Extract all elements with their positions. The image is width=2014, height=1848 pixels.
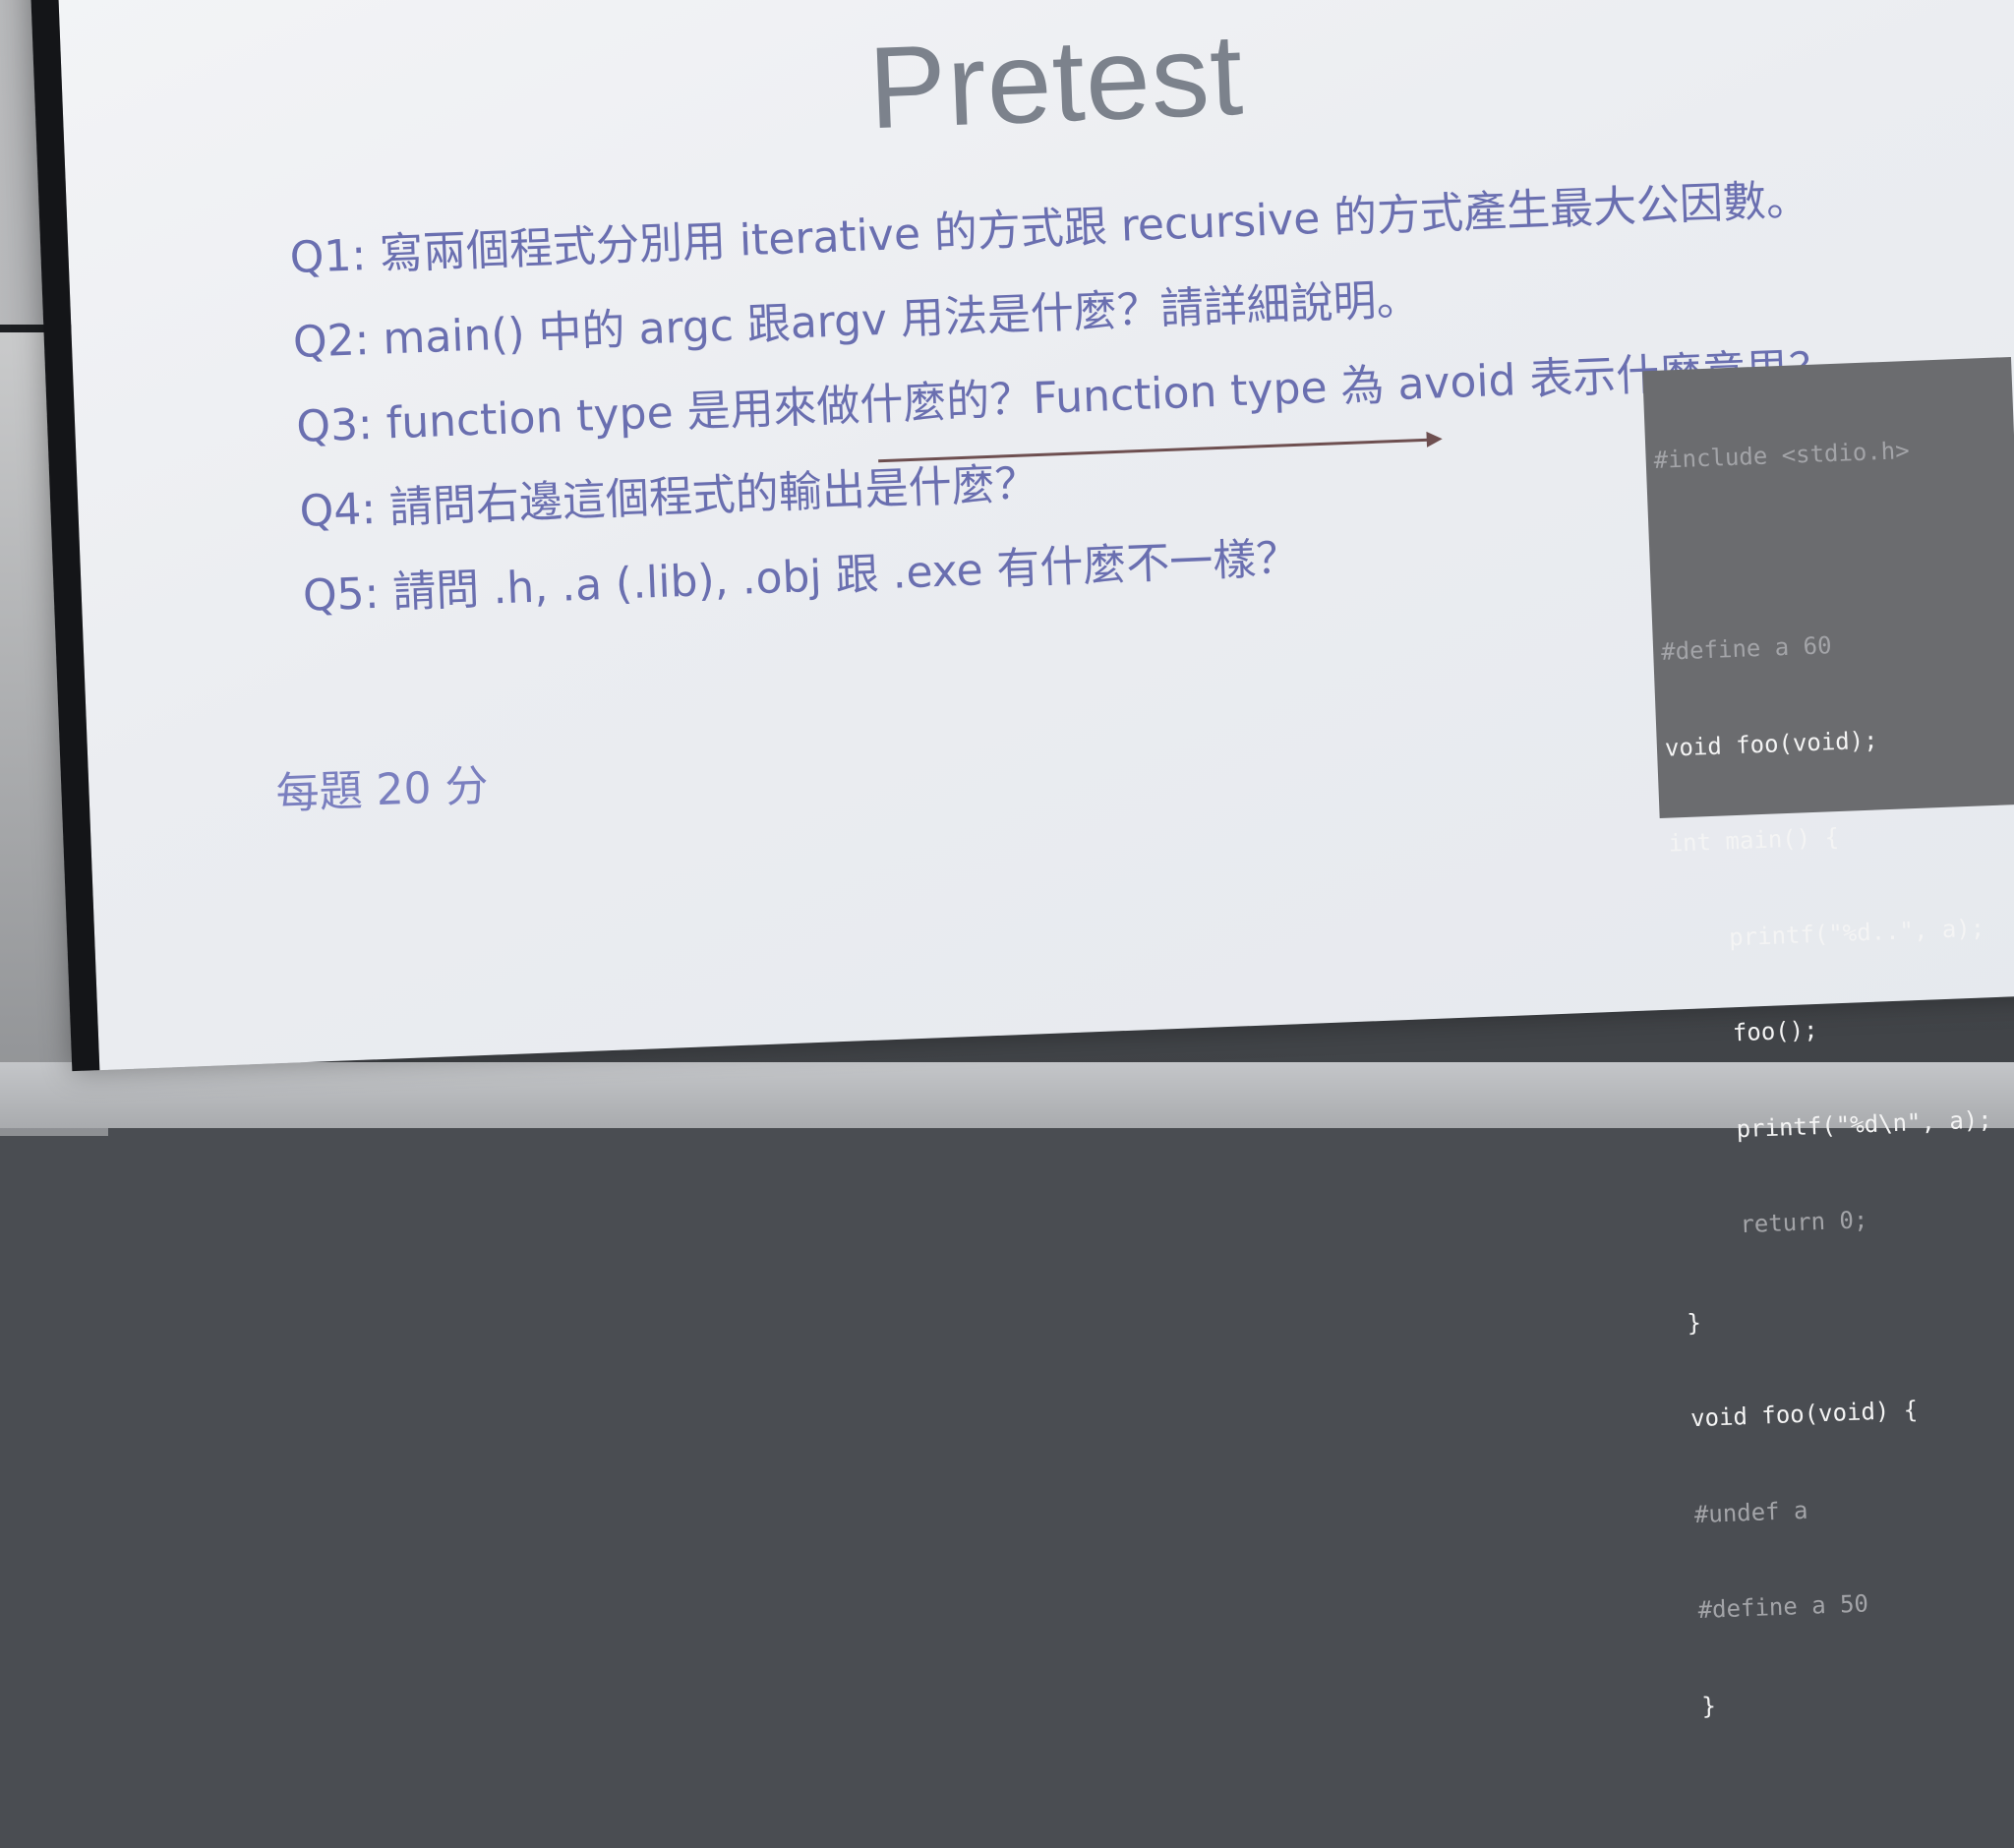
code-line: printf("%d..", a); <box>1671 913 1985 954</box>
projection-screen: Pretest Q1: 寫兩個程式分別用 iterative 的方式跟 recu… <box>30 0 2014 1720</box>
code-line: } <box>1700 1691 1717 1720</box>
slide-title: Pretest <box>866 9 1246 154</box>
code-line: #define a 50 <box>1697 1589 1869 1625</box>
code-line: #include <stdio.h> <box>1653 436 1911 474</box>
code-line: #define a 60 <box>1660 631 1833 666</box>
code-snippet: #include <stdio.h> #define a 60 void foo… <box>1642 356 2014 1720</box>
code-line: #undef a <box>1693 1496 1808 1528</box>
code-line: } <box>1686 1308 1702 1337</box>
code-line: void foo(void); <box>1664 725 1879 762</box>
code-line: void foo(void) { <box>1689 1396 1919 1433</box>
code-line: foo(); <box>1675 1016 1819 1049</box>
code-line: int main() { <box>1668 823 1840 858</box>
score-note: 每題 20 分 <box>274 760 490 819</box>
code-line: printf("%d\n", a); <box>1679 1104 1993 1145</box>
code-line: return 0; <box>1683 1206 1868 1241</box>
room-background: Pretest Q1: 寫兩個程式分別用 iterative 的方式跟 recu… <box>0 0 2014 1720</box>
